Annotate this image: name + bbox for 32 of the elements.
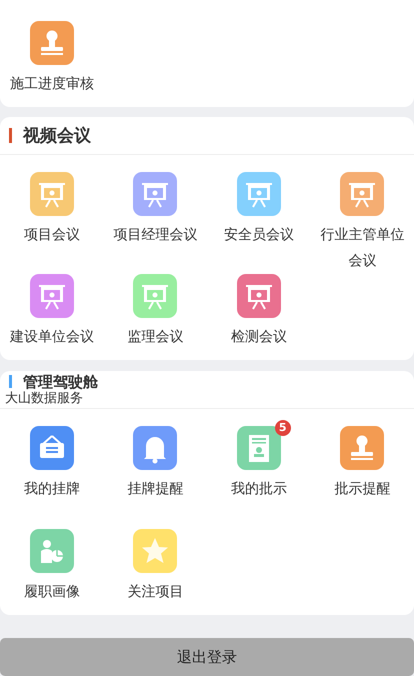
app-label[interactable]: 关注项目 <box>127 579 184 605</box>
logout-button[interactable]: 退出登录 <box>0 638 414 676</box>
certificate-icon[interactable] <box>236 426 281 470</box>
count-badge: 5 <box>274 420 291 436</box>
hanging-sign-icon[interactable] <box>30 426 74 470</box>
section-title: 视频会议 <box>23 125 91 147</box>
presentation-board-icon[interactable] <box>340 172 384 216</box>
app-label[interactable]: 检测会议 <box>230 324 287 350</box>
presentation-board-icon[interactable] <box>30 274 74 318</box>
presentation-board-icon[interactable] <box>236 274 281 318</box>
app-label[interactable]: 项目经理会议 <box>113 222 198 248</box>
section-title: 管理驾驶舱 <box>23 372 98 390</box>
presentation-board-icon[interactable] <box>133 274 178 318</box>
app-label[interactable]: 履职画像 <box>24 579 80 605</box>
presentation-board-icon[interactable] <box>236 172 281 216</box>
app-label[interactable]: 批示提醒 <box>334 476 390 502</box>
app-label[interactable]: 挂牌提醒 <box>127 476 184 502</box>
app-label[interactable]: 我的挂牌 <box>24 476 80 502</box>
app-label[interactable]: 行业主管单位会议 <box>317 222 408 274</box>
app-label[interactable]: 项目会议 <box>24 222 80 248</box>
people-chart-icon[interactable] <box>30 529 74 573</box>
overlay-text: 大山数据服务 <box>5 390 84 406</box>
app-label[interactable]: 建设单位会议 <box>10 324 94 350</box>
stamp-icon[interactable] <box>30 21 74 65</box>
presentation-board-icon[interactable] <box>133 172 178 216</box>
app-label[interactable]: 施工进度审核 <box>10 71 94 97</box>
app-label[interactable]: 我的批示 <box>230 476 287 502</box>
bell-icon[interactable] <box>133 426 178 470</box>
presentation-board-icon[interactable] <box>30 172 74 216</box>
stamp-icon[interactable] <box>340 426 384 470</box>
app-label[interactable]: 安全员会议 <box>224 222 294 248</box>
app-label[interactable]: 监理会议 <box>127 324 184 350</box>
